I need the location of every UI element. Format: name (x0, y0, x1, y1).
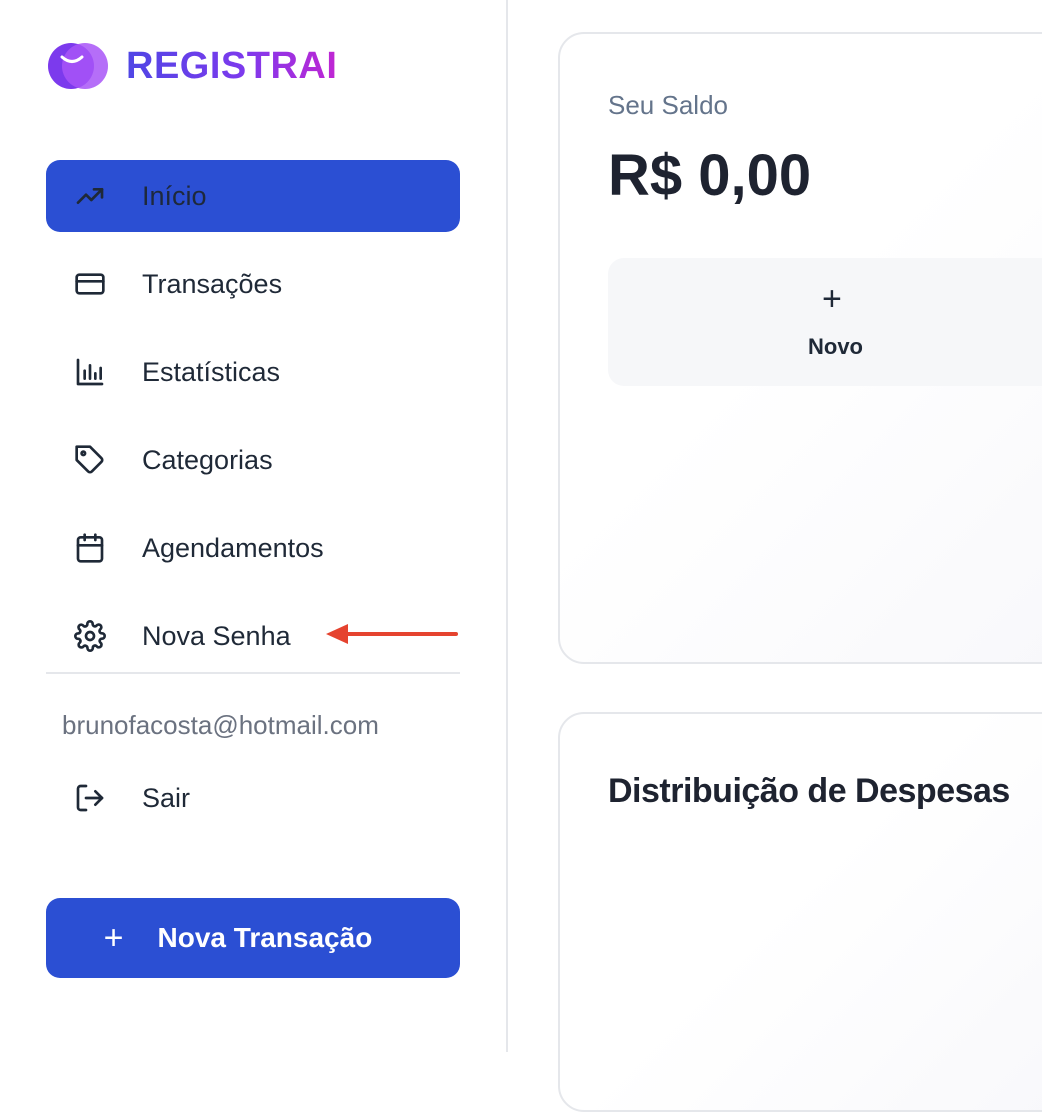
sidebar-divider (46, 672, 460, 674)
new-transaction-label: Nova Transação (157, 922, 373, 953)
bar-chart-icon (70, 356, 110, 388)
sidebar-item-inicio[interactable]: Início (46, 160, 460, 232)
new-button-label: Novo (808, 334, 863, 359)
sidebar: REGISTRAI Início Transações Estatísticas… (0, 0, 508, 1052)
sidebar-item-estatisticas[interactable]: Estatísticas (46, 336, 460, 408)
tag-icon (70, 444, 110, 476)
brand-name: REGISTRAI (126, 44, 338, 87)
sidebar-item-transacoes[interactable]: Transações (46, 248, 460, 320)
sidebar-item-label: Início (142, 180, 207, 211)
credit-card-icon (70, 268, 110, 300)
annotation-arrow-icon (326, 624, 458, 644)
balance-label: Seu Saldo (608, 90, 728, 120)
user-email: brunofacosta@hotmail.com (62, 710, 379, 740)
sidebar-item-label: Agendamentos (142, 532, 324, 563)
sidebar-item-categorias[interactable]: Categorias (46, 424, 460, 496)
logo-icon (48, 40, 110, 92)
trending-up-icon (70, 180, 110, 212)
sidebar-item-label: Estatísticas (142, 356, 281, 387)
logout-label: Sair (142, 782, 191, 813)
brand-logo[interactable]: REGISTRAI (48, 40, 337, 92)
calendar-icon (70, 532, 110, 564)
balance-card: Seu Saldo R$ 0,00 + Novo (558, 32, 1042, 664)
logout-button[interactable]: Sair (46, 762, 460, 834)
sidebar-item-agendamentos[interactable]: Agendamentos (46, 512, 460, 584)
plus-icon: + (822, 280, 842, 318)
balance-value: R$ 0,00 (608, 143, 812, 208)
new-transaction-button[interactable]: + Nova Transação (46, 898, 460, 978)
expense-distribution-card: Distribuição de Despesas (558, 712, 1042, 1112)
expense-distribution-title: Distribuição de Despesas (608, 772, 1010, 810)
sidebar-item-label: Categorias (142, 444, 273, 475)
plus-icon: + (103, 918, 124, 957)
sidebar-item-label: Transações (142, 268, 283, 299)
sidebar-item-label: Nova Senha (142, 620, 291, 651)
gear-icon (70, 620, 110, 652)
logout-icon (70, 782, 110, 814)
new-button[interactable]: + Novo (608, 258, 1042, 386)
